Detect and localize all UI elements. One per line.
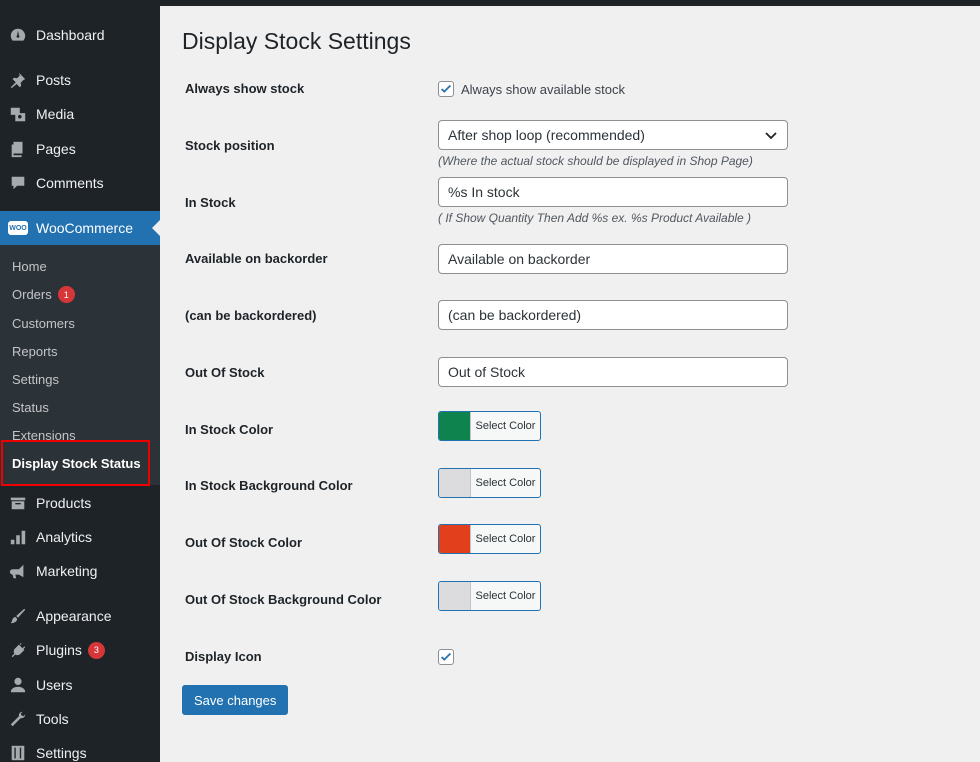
out-of-stock-label: Out Of Stock (185, 365, 264, 380)
brush-icon (0, 607, 36, 625)
user-icon (0, 676, 36, 694)
out-stock-bg-color-picker[interactable]: Select Color (438, 581, 541, 611)
submenu-settings[interactable]: Settings (12, 372, 59, 387)
backorder-label: Available on backorder (185, 251, 328, 266)
menu-media[interactable]: Media (0, 97, 160, 131)
out-stock-bg-color-swatch (439, 582, 470, 610)
menu-analytics[interactable]: Analytics (0, 520, 160, 554)
checkmark-icon (439, 82, 453, 96)
bar-chart-icon (0, 528, 36, 546)
pages-icon (0, 140, 36, 158)
stock-position-description: (Where the actual stock should be displa… (438, 154, 753, 168)
menu-pages[interactable]: Pages (0, 132, 160, 166)
backorder-input[interactable]: Available on backorder (438, 244, 788, 274)
in-stock-bg-color-label: In Stock Background Color (185, 478, 353, 493)
submenu-reports[interactable]: Reports (12, 344, 58, 359)
menu-dashboard[interactable]: Dashboard (0, 18, 160, 52)
menu-tools[interactable]: Tools (0, 702, 160, 736)
menu-marketing[interactable]: Marketing (0, 554, 160, 588)
in-stock-color-label: In Stock Color (185, 422, 273, 437)
plug-icon (0, 641, 36, 659)
submenu-orders[interactable]: Orders1 (12, 286, 75, 303)
always-show-stock-field: Always show available stock (438, 81, 625, 97)
admin-sidebar: Dashboard Posts Media Pages Comments WOO… (0, 0, 160, 762)
menu-settings[interactable]: Settings (0, 736, 160, 762)
save-changes-button[interactable]: Save changes (182, 685, 288, 715)
media-icon (0, 105, 36, 123)
menu-products[interactable]: Products (0, 486, 160, 520)
can-backorder-label: (can be backordered) (185, 308, 317, 323)
stock-position-label: Stock position (185, 138, 275, 153)
woo-icon: WOO (0, 221, 36, 235)
display-icon-label: Display Icon (185, 649, 262, 664)
page-title: Display Stock Settings (182, 28, 411, 55)
sliders-icon (0, 744, 36, 762)
highlight-box (1, 440, 150, 486)
dashboard-icon (0, 26, 36, 44)
menu-posts[interactable]: Posts (0, 63, 160, 97)
out-stock-bg-color-label: Out Of Stock Background Color (185, 592, 381, 607)
archive-icon (0, 494, 36, 512)
out-stock-color-picker[interactable]: Select Color (438, 524, 541, 554)
comment-icon (0, 174, 36, 192)
menu-users[interactable]: Users (0, 668, 160, 702)
main-content: Display Stock Settings Always show stock… (160, 6, 980, 762)
megaphone-icon (0, 562, 36, 580)
always-show-stock-checkbox-label[interactable]: Always show available stock (461, 82, 625, 97)
always-show-stock-label: Always show stock (185, 81, 304, 96)
display-icon-field (438, 649, 454, 665)
menu-appearance[interactable]: Appearance (0, 599, 160, 633)
menu-plugins[interactable]: Plugins 3 (0, 633, 160, 667)
active-menu-arrow (152, 220, 160, 236)
wrench-icon (0, 710, 36, 728)
stock-position-select[interactable]: After shop loop (recommended) (438, 120, 788, 150)
in-stock-bg-color-picker[interactable]: Select Color (438, 468, 541, 498)
in-stock-bg-color-swatch (439, 469, 470, 497)
in-stock-color-swatch (439, 412, 470, 440)
always-show-stock-checkbox[interactable] (438, 81, 454, 97)
checkmark-icon (439, 650, 453, 664)
orders-count-badge: 1 (58, 286, 75, 303)
plugins-update-badge: 3 (88, 642, 105, 659)
submenu-home[interactable]: Home (12, 259, 47, 274)
menu-comments[interactable]: Comments (0, 166, 160, 200)
in-stock-label: In Stock (185, 195, 236, 210)
chevron-down-icon (764, 128, 778, 142)
display-icon-checkbox[interactable] (438, 649, 454, 665)
in-stock-color-picker[interactable]: Select Color (438, 411, 541, 441)
submenu-customers[interactable]: Customers (12, 316, 75, 331)
submenu-status[interactable]: Status (12, 400, 49, 415)
out-stock-color-swatch (439, 525, 470, 553)
can-backorder-input[interactable]: (can be backordered) (438, 300, 788, 330)
out-stock-color-label: Out Of Stock Color (185, 535, 302, 550)
menu-woocommerce[interactable]: WOO WooCommerce (0, 211, 160, 245)
pin-icon (0, 71, 36, 89)
out-of-stock-input[interactable]: Out of Stock (438, 357, 788, 387)
in-stock-description: ( If Show Quantity Then Add %s ex. %s Pr… (438, 211, 751, 225)
in-stock-input[interactable]: %s In stock (438, 177, 788, 207)
